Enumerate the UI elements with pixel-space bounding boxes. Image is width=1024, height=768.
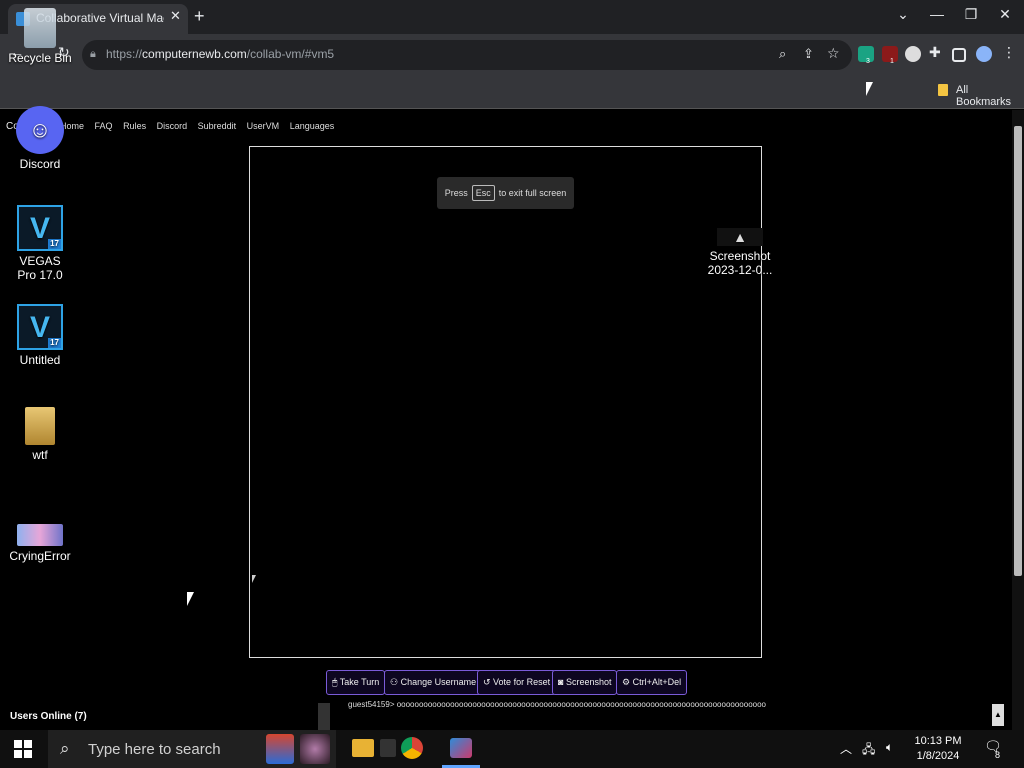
browser-tab-bar: Collaborative Virtual Machine ✕ + ⌄ — ❐ … <box>0 0 1024 34</box>
screenshot-button[interactable]: ◙ Screenshot <box>552 670 618 695</box>
desktop-icon-label: Recycle Bin <box>8 51 72 65</box>
desktop-icon-label: Discord <box>19 157 61 171</box>
file-explorer-icon[interactable] <box>352 739 374 757</box>
chat-scrollbar[interactable] <box>318 703 330 731</box>
image-file-icon <box>17 524 63 546</box>
esc-key-label: Esc <box>471 185 495 201</box>
vm-mouse-cursor-icon <box>252 575 256 583</box>
side-panel-icon[interactable] <box>952 48 966 62</box>
taskbar-app-icon[interactable] <box>380 739 396 757</box>
zoom-icon[interactable]: ⌕ <box>779 46 786 62</box>
bookmark-star-icon[interactable]: ☆ <box>827 45 840 62</box>
new-tab-icon[interactable]: + <box>194 6 205 27</box>
address-bar[interactable]: 🔒︎ https://computernewb.com/collab-vm/#v… <box>82 40 852 70</box>
desktop-icon-label: VEGAS Pro 17.0 <box>17 254 63 282</box>
take-turn-button[interactable]: 🖱︎ Take Turn <box>326 670 386 695</box>
desktop-icon-cryingerror[interactable]: CryingError <box>0 524 80 563</box>
nav-uservm[interactable]: UserVM <box>247 121 280 131</box>
search-icon: ⌕ <box>60 739 70 758</box>
discord-icon: ☺ <box>16 106 64 154</box>
desktop-icon-discord[interactable]: ☺ Discord <box>0 106 80 171</box>
desktop-icon-wtf[interactable]: wtf <box>0 407 80 462</box>
search-placeholder: Type here to search <box>88 741 221 758</box>
desktop-icon-label: Screenshot 2023-12-0... <box>707 249 773 277</box>
nav-rules[interactable]: Rules <box>123 121 146 131</box>
close-window-icon[interactable]: ✕ <box>990 6 1020 23</box>
vote-reset-button[interactable]: ↺ Vote for Reset <box>477 670 557 695</box>
menu-kebab-icon[interactable]: ⋮ <box>1002 44 1016 61</box>
extensions-puzzle-icon[interactable]: ✚ <box>929 44 941 61</box>
all-bookmarks-button[interactable]: All Bookmarks <box>956 84 1024 108</box>
desktop-icon-label: wtf <box>32 448 48 462</box>
search-highlight-image <box>266 734 294 764</box>
desktop-icon-screenshot[interactable]: ▲ Screenshot 2023-12-0... <box>700 228 780 277</box>
change-username-button[interactable]: ⚇ Change Username <box>384 670 483 695</box>
site-info-icon[interactable]: 🔒︎ <box>90 48 96 61</box>
nav-discord[interactable]: Discord <box>157 121 188 131</box>
desktop-icon-label: CryingError <box>9 549 71 563</box>
screenshot-file-icon: ▲ <box>717 228 763 246</box>
site-nav: Home FAQ Rules Discord Subreddit UserVM … <box>60 121 342 131</box>
taskbar-pinned-app-icon[interactable] <box>450 738 472 758</box>
nav-subreddit[interactable]: Subreddit <box>198 121 237 131</box>
share-icon[interactable]: ⇪ <box>803 46 814 62</box>
mouse-cursor-icon <box>866 82 873 96</box>
tab-close-icon[interactable]: ✕ <box>170 8 181 24</box>
folder-icon <box>25 407 55 445</box>
desktop-icon-recycle-bin[interactable]: Recycle Bin <box>0 8 80 65</box>
search-highlight-image-2 <box>300 734 330 764</box>
fullscreen-toast: Press Esc to exit full screen <box>437 177 574 209</box>
tray-chevron-icon[interactable]: ︿ <box>840 740 852 757</box>
chat-message: guest54159> oooooooooooooooooooooooooooo… <box>348 700 766 709</box>
nav-faq[interactable]: FAQ <box>95 121 113 131</box>
vegas-pro-icon: V 17 <box>17 205 63 251</box>
browser-toolbar: ← ↻ 🔒︎ https://computernewb.com/collab-v… <box>0 34 1024 76</box>
tab-search-chevron-icon[interactable]: ⌄ <box>888 6 918 23</box>
profile-avatar[interactable] <box>976 46 992 62</box>
ctrl-alt-del-button[interactable]: ⚙ Ctrl+Alt+Del <box>616 670 688 695</box>
start-button[interactable] <box>14 740 32 758</box>
notifications-count: 8 <box>995 750 1001 760</box>
mouse-cursor-icon <box>187 592 194 606</box>
desktop-icon-label: Untitled <box>19 353 61 367</box>
extension-badge: 3 <box>866 58 870 65</box>
restore-icon[interactable]: ❐ <box>956 6 986 23</box>
minimize-icon[interactable]: — <box>922 6 952 22</box>
url-text: https://computernewb.com/collab-vm/#vm5 <box>106 47 335 61</box>
desktop-icon-vegas-pro[interactable]: V 17 VEGAS Pro 17.0 <box>0 205 80 282</box>
network-icon[interactable]: 🖧︎ <box>862 740 875 761</box>
recycle-bin-icon <box>24 8 56 48</box>
ublock-badge: 1 <box>890 58 894 65</box>
taskbar-clock[interactable]: 10:13 PM 1/8/2024 <box>900 734 976 764</box>
ghost-extension-icon[interactable] <box>905 46 921 62</box>
folder-icon <box>938 84 948 96</box>
users-online-label[interactable]: Users Online (7) <box>10 711 87 722</box>
vegas-project-icon: V 17 <box>17 304 63 350</box>
page-scroll-thumb[interactable] <box>1014 126 1022 576</box>
chrome-icon[interactable] <box>401 737 423 759</box>
chat-scroll-up-icon[interactable]: ▲ <box>992 704 1004 726</box>
desktop-icon-untitled[interactable]: V 17 Untitled <box>0 304 80 367</box>
volume-muted-icon[interactable]: 🔈︎ <box>886 740 893 755</box>
vm-display[interactable] <box>249 146 762 658</box>
nav-languages[interactable]: Languages <box>290 121 335 131</box>
